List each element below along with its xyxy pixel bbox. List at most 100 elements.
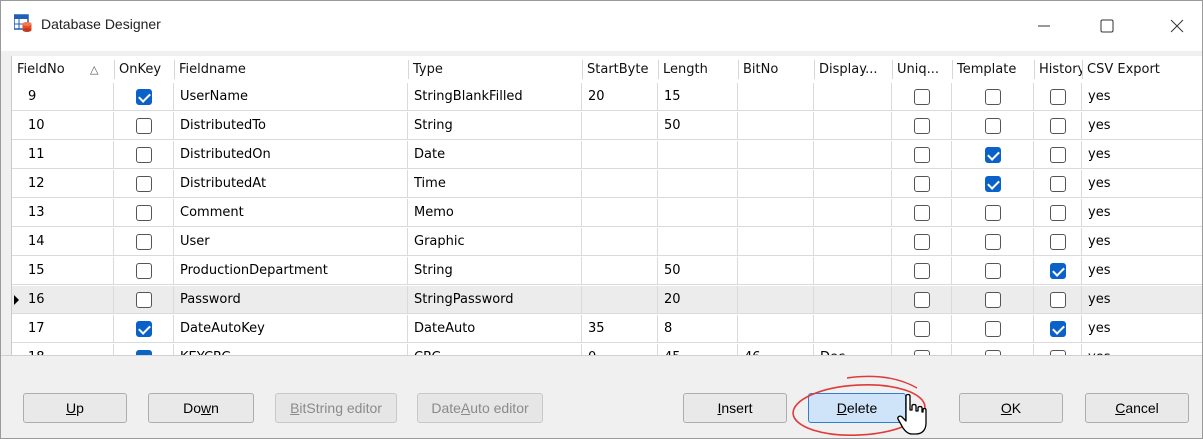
cell-bitno[interactable] [738,286,814,314]
cell-startbyte[interactable] [582,228,658,256]
cell-fieldname[interactable]: Password [174,286,408,314]
cell-type[interactable]: Date [408,141,582,169]
history-checkbox[interactable] [1050,118,1066,134]
cell-display[interactable] [814,257,892,285]
ok-button[interactable]: OK [959,393,1063,423]
dateauto-editor-button[interactable]: DateAuto editor [417,393,543,423]
onkey-checkbox[interactable] [136,321,152,337]
column-separator[interactable] [892,60,893,79]
column-separator[interactable] [114,60,115,79]
cell-template[interactable] [952,228,1034,256]
cell-onkey[interactable] [114,83,174,111]
cell-unique[interactable] [892,257,952,285]
template-checkbox[interactable] [985,263,1001,279]
cell-fieldname[interactable]: DistributedOn [174,141,408,169]
template-checkbox[interactable] [985,147,1001,163]
table-row[interactable]: 11 DistributedOn Date yes [12,141,1202,169]
close-button[interactable] [1154,1,1200,51]
cell-unique[interactable] [892,286,952,314]
history-checkbox[interactable] [1050,205,1066,221]
down-button[interactable]: Down [148,393,254,423]
cell-bitno[interactable] [738,257,814,285]
cell-template[interactable] [952,112,1034,140]
unique-checkbox[interactable] [914,292,930,308]
cell-fieldno[interactable]: 10 [12,112,114,140]
cell-startbyte[interactable] [582,286,658,314]
cell-fieldname[interactable]: DateAutoKey [174,315,408,343]
column-separator[interactable] [952,60,953,79]
cell-history[interactable] [1034,286,1082,314]
cell-history[interactable] [1034,257,1082,285]
column-header-history[interactable]: History [1034,56,1082,83]
table-row[interactable]: 17 DateAutoKey DateAuto 35 8 yes [12,315,1202,343]
cell-type[interactable]: Graphic [408,228,582,256]
cell-template[interactable] [952,170,1034,198]
cell-fieldno[interactable]: 16 [12,286,114,314]
cell-display[interactable] [814,141,892,169]
cell-fieldno[interactable]: 12 [12,170,114,198]
history-checkbox[interactable] [1050,234,1066,250]
cell-csv[interactable]: yes [1082,286,1202,314]
cell-fieldno[interactable]: 17 [12,315,114,343]
unique-checkbox[interactable] [914,263,930,279]
onkey-checkbox[interactable] [136,234,152,250]
column-header-unique[interactable]: Uniq... [892,56,952,83]
cell-csv[interactable]: yes [1082,228,1202,256]
cell-history[interactable] [1034,228,1082,256]
cell-fieldname[interactable]: DistributedTo [174,112,408,140]
cell-length[interactable]: 20 [658,286,738,314]
cell-onkey[interactable] [114,199,174,227]
cell-bitno[interactable] [738,315,814,343]
cell-csv[interactable]: yes [1082,199,1202,227]
column-separator[interactable] [738,60,739,79]
onkey-checkbox[interactable] [136,89,152,105]
cell-type[interactable]: StringBlankFilled [408,83,582,111]
cell-startbyte[interactable]: 35 [582,315,658,343]
cell-bitno[interactable] [738,141,814,169]
cell-startbyte[interactable] [582,199,658,227]
cell-startbyte[interactable]: 20 [582,83,658,111]
template-checkbox[interactable] [985,234,1001,250]
cell-display[interactable] [814,199,892,227]
table-row[interactable]: 13 Comment Memo yes [12,199,1202,227]
cell-type[interactable]: StringPassword [408,286,582,314]
column-header-fieldname[interactable]: Fieldname [174,56,408,83]
onkey-checkbox[interactable] [136,147,152,163]
history-checkbox[interactable] [1050,176,1066,192]
column-header-csv[interactable]: CSV Export [1082,56,1202,83]
column-separator[interactable] [408,60,409,79]
cell-type[interactable]: Memo [408,199,582,227]
cell-template[interactable] [952,83,1034,111]
cell-unique[interactable] [892,83,952,111]
column-header-startbyte[interactable]: StartByte [582,56,658,83]
cell-type[interactable]: String [408,257,582,285]
cell-display[interactable] [814,228,892,256]
up-button[interactable]: Up [23,393,127,423]
cell-fieldname[interactable]: DistributedAt [174,170,408,198]
cell-length[interactable] [658,228,738,256]
cell-history[interactable] [1034,83,1082,111]
cell-length[interactable]: 50 [658,257,738,285]
cell-display[interactable] [814,83,892,111]
cell-bitno[interactable] [738,170,814,198]
unique-checkbox[interactable] [914,147,930,163]
template-checkbox[interactable] [985,321,1001,337]
column-separator[interactable] [814,60,815,79]
template-checkbox[interactable] [985,292,1001,308]
table-row[interactable]: 12 DistributedAt Time yes [12,170,1202,198]
column-header-bitno[interactable]: BitNo [738,56,814,83]
unique-checkbox[interactable] [914,205,930,221]
cell-display[interactable] [814,286,892,314]
cell-history[interactable] [1034,315,1082,343]
cell-unique[interactable] [892,112,952,140]
cell-history[interactable] [1034,141,1082,169]
column-separator[interactable] [658,60,659,79]
history-checkbox[interactable] [1050,147,1066,163]
delete-button[interactable]: Delete [808,393,906,423]
cell-onkey[interactable] [114,286,174,314]
history-checkbox[interactable] [1050,89,1066,105]
cell-type[interactable]: String [408,112,582,140]
cell-onkey[interactable] [114,315,174,343]
cell-startbyte[interactable] [582,257,658,285]
cell-fieldname[interactable]: Comment [174,199,408,227]
